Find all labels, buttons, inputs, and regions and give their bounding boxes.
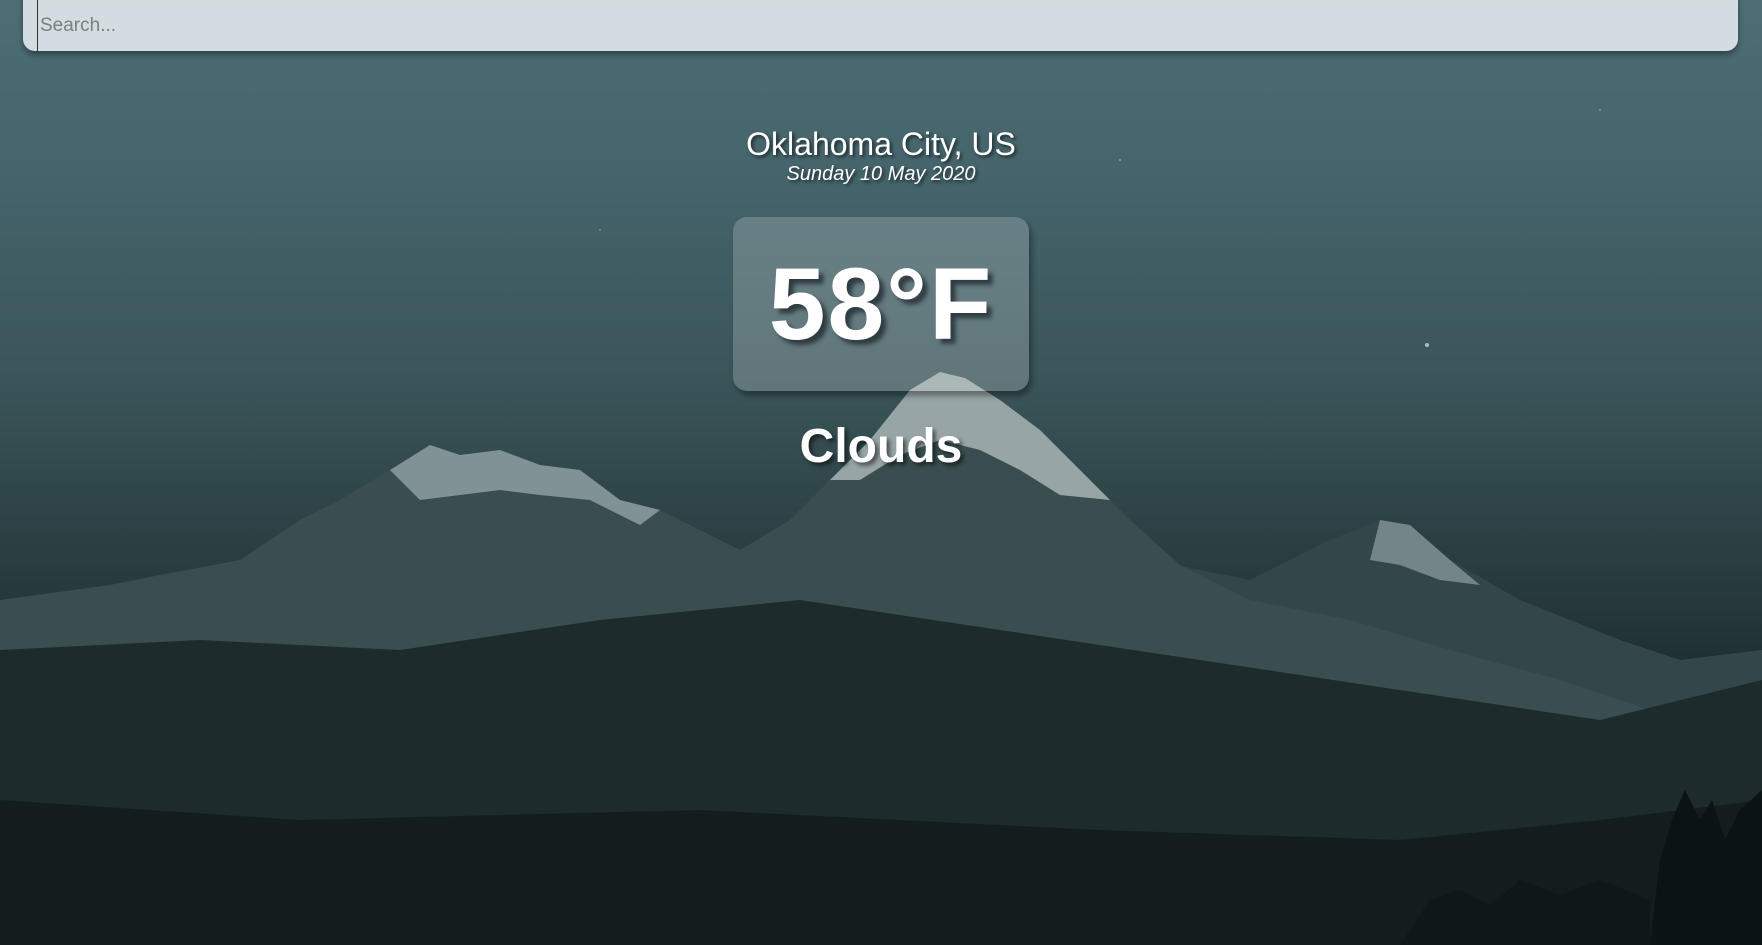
search-input[interactable] [37,0,1722,52]
weather-app: Oklahoma City, US Sunday 10 May 2020 58°… [0,0,1762,945]
location-title: Oklahoma City, US [746,126,1016,162]
temperature-box: 58°F [733,217,1029,391]
temperature-value: 58°F [768,246,994,361]
weather-condition: Clouds [799,420,963,473]
date-label: Sunday 10 May 2020 [786,163,976,185]
search-bar [23,0,1738,52]
